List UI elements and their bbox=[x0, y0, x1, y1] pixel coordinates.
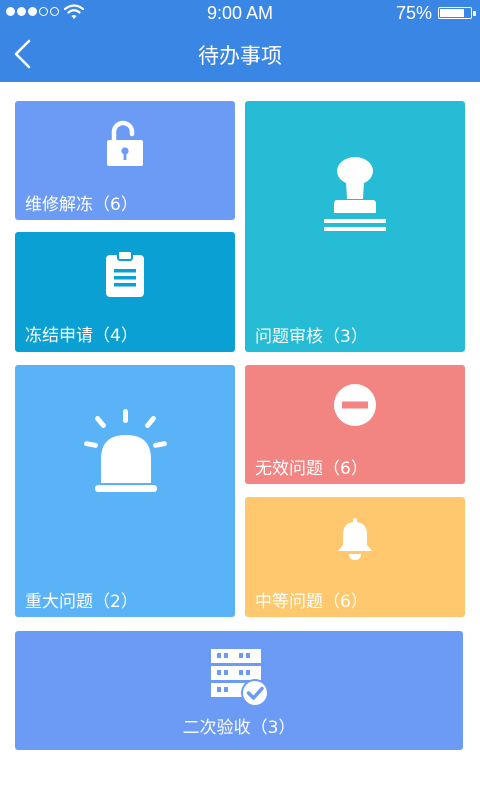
tile-major-issue[interactable]: 重大问题（2） bbox=[15, 365, 235, 617]
stamp-icon bbox=[324, 157, 386, 231]
tile-label-medium-issue: 中等问题（6） bbox=[255, 592, 368, 612]
tile-question-review[interactable]: 问题审核（3） bbox=[245, 101, 465, 352]
nav-bar: 待办事项 bbox=[0, 26, 480, 82]
tile-label-maintenance-unfreeze: 维修解冻（6） bbox=[25, 195, 138, 215]
alarm-siren-icon bbox=[84, 409, 167, 492]
battery-percent: 75% bbox=[395, 3, 432, 23]
tile-maintenance-unfreeze[interactable]: 维修解冻（6） bbox=[15, 101, 235, 220]
battery-icon bbox=[438, 7, 476, 19]
tile-label-invalid-issue: 无效问题（6） bbox=[255, 459, 368, 479]
tile-label-question-review: 问题审核（3） bbox=[255, 327, 368, 347]
tile-label-major-issue: 重大问题（2） bbox=[25, 592, 138, 612]
tile-secondary-acceptance[interactable]: 二次验收（3） bbox=[15, 631, 463, 750]
clipboard-icon bbox=[106, 250, 144, 297]
no-entry-icon bbox=[334, 384, 376, 426]
tile-medium-issue[interactable]: 中等问题（6） bbox=[245, 497, 465, 617]
tile-label-freeze-request: 冻结申请（4） bbox=[25, 326, 138, 346]
unlocked-padlock-icon bbox=[107, 120, 143, 166]
top-bar: 9:00 AM 75% 待办事项 bbox=[0, 0, 480, 82]
status-bar: 9:00 AM 75% bbox=[0, 0, 480, 26]
server-check-icon bbox=[211, 649, 269, 707]
page-title: 待办事项 bbox=[198, 44, 282, 68]
tile-invalid-issue[interactable]: 无效问题（6） bbox=[245, 365, 465, 484]
tile-freeze-request[interactable]: 冻结申请（4） bbox=[15, 232, 235, 352]
bell-icon bbox=[338, 518, 372, 560]
tile-label-secondary-acceptance: 二次验收（3） bbox=[182, 718, 296, 738]
